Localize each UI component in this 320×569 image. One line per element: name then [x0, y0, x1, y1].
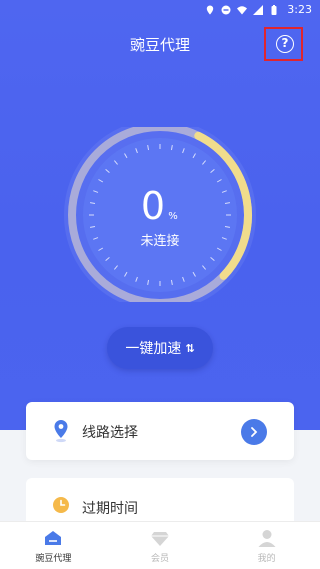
- tab-label: 会员: [151, 554, 170, 564]
- gauge-value: 0: [141, 184, 165, 228]
- expire-time-label: 过期时间: [82, 501, 138, 517]
- status-time: 3:23: [287, 3, 312, 16]
- home-icon: [45, 531, 62, 545]
- question-circle-icon: ?: [276, 35, 294, 53]
- gauge-unit: %: [168, 211, 178, 222]
- tab-member[interactable]: 会员: [107, 522, 214, 569]
- route-select-label: 线路选择: [82, 425, 138, 441]
- location-icon: [207, 5, 214, 14]
- diamond-icon: [151, 532, 169, 546]
- tab-label: 我的: [257, 554, 276, 564]
- help-button[interactable]: ?: [264, 27, 303, 61]
- accelerate-button[interactable]: 一键加速 ⇅: [107, 327, 213, 369]
- tab-label: 豌豆代理: [35, 554, 72, 564]
- status-bar: 3:23: [0, 0, 320, 20]
- connection-gauge: 0 % 未连接: [64, 127, 256, 302]
- swap-arrows-icon: ⇅: [185, 341, 195, 355]
- route-select-arrow[interactable]: [241, 419, 267, 445]
- bottom-tab-bar: 豌豆代理 会员 我的: [0, 521, 320, 569]
- connection-status: 未连接: [140, 233, 179, 249]
- battery-icon: [271, 4, 277, 15]
- chevron-right-icon: [251, 427, 258, 437]
- location-pin-icon: [54, 420, 68, 443]
- clock-icon: [53, 497, 69, 513]
- route-select-card[interactable]: 线路选择: [26, 402, 294, 460]
- user-icon: [258, 530, 276, 547]
- accelerate-label: 一键加速: [125, 341, 182, 357]
- do-not-disturb-icon: [221, 5, 231, 14]
- tab-mine[interactable]: 我的: [213, 522, 320, 569]
- tab-home[interactable]: 豌豆代理: [0, 522, 107, 569]
- signal-icon: [253, 4, 264, 15]
- wifi-icon: [237, 5, 248, 14]
